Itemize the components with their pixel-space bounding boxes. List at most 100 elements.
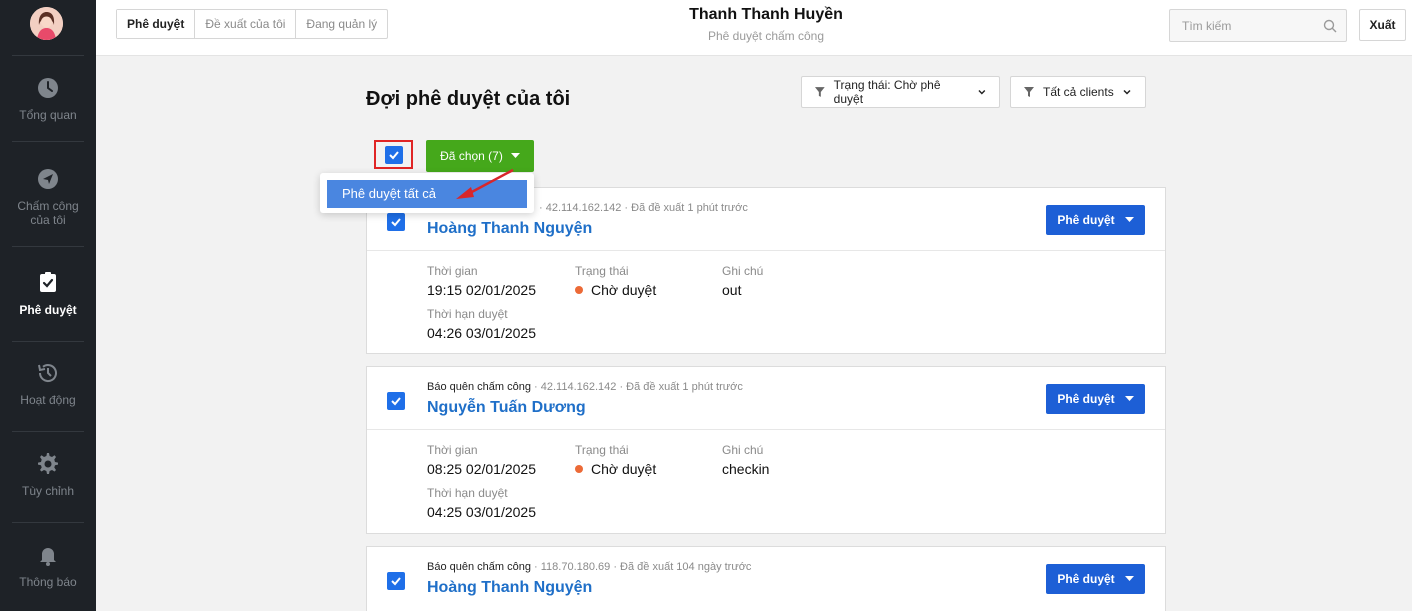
sidebar-item-label: Chấm công của tôi: [17, 199, 79, 227]
sidebar-item-hoat-dong[interactable]: Hoạt động: [0, 361, 96, 407]
select-all-checkbox[interactable]: [385, 146, 403, 164]
clock-icon: [38, 78, 58, 98]
sidebar-item-label: Phê duyệt: [19, 303, 77, 317]
sidebar-item-phe-duyet[interactable]: Phê duyệt: [0, 271, 96, 317]
time-value: 08:25 02/01/2025: [427, 461, 536, 477]
clients-filter-label: Tất cả clients: [1043, 85, 1114, 99]
employee-name-link[interactable]: Hoàng Thanh Nguyện: [427, 220, 592, 238]
note-field: Ghi chú checkin: [722, 443, 769, 477]
history-icon: [38, 364, 57, 382]
note-label: Ghi chú: [722, 264, 764, 278]
approval-card: Báo quên chấm công · 42.114.162.142 · Đã…: [366, 366, 1166, 534]
status-dot: [575, 286, 583, 294]
chevron-down-icon: [978, 90, 986, 95]
request-type: Báo quên chấm công: [427, 381, 531, 393]
approve-label: Phê duyệt: [1057, 392, 1115, 406]
card-checkbox[interactable]: [387, 572, 405, 590]
check-clipboard-icon: [40, 272, 56, 292]
selected-count-label: Đã chọn (7): [440, 149, 503, 163]
sidebar-divider: [12, 522, 84, 523]
time-label: Thời gian: [427, 264, 478, 278]
clients-filter-button[interactable]: Tất cả clients: [1010, 76, 1146, 108]
card-header: Báo quên chấm công · 118.70.180.69 · Đã …: [367, 547, 1165, 610]
time-label: Thời gian: [427, 443, 478, 457]
caret-down-icon: [1124, 217, 1134, 222]
search-input[interactable]: [1170, 10, 1310, 41]
card-header: Báo quên chấm công · 42.114.162.142 · Đã…: [367, 367, 1165, 430]
employee-name-link[interactable]: Hoàng Thanh Nguyện: [427, 579, 592, 597]
deadline-field: Thời hạn duyệt 04:26 03/01/2025: [427, 307, 536, 341]
time-value: 19:15 02/01/2025: [427, 282, 536, 298]
select-all-highlight: [374, 140, 413, 169]
status-value: Chờ duyệt: [575, 282, 656, 298]
status-filter-button[interactable]: Trạng thái: Chờ phê duyệt: [801, 76, 1000, 108]
sidebar-item-label: Tùy chỉnh: [21, 484, 75, 498]
status-filter-label: Trạng thái: Chờ phê duyệt: [833, 78, 941, 106]
sidebar-divider: [12, 141, 84, 142]
status-field: Trạng thái Chờ duyệt: [575, 443, 656, 477]
approve-button[interactable]: Phê duyệt: [1046, 564, 1145, 594]
search-icon[interactable]: [1323, 19, 1337, 33]
check-icon: [391, 397, 401, 406]
tab-dang-quan-ly[interactable]: Đang quản lý: [296, 10, 387, 38]
check-icon: [391, 577, 401, 586]
card-checkbox[interactable]: [387, 213, 405, 231]
approve-label: Phê duyệt: [1057, 213, 1115, 227]
note-value: out: [722, 282, 742, 298]
card-body: Thời gian 19:15 02/01/2025 Trạng thái Ch…: [367, 251, 1165, 352]
deadline-field: Thời hạn duyệt 04:25 03/01/2025: [427, 486, 536, 520]
sidebar: Tổng quan Chấm công của tôi Phê duyệt Ho…: [0, 0, 96, 611]
search-box: [1169, 9, 1347, 42]
approve-button[interactable]: Phê duyệt: [1046, 384, 1145, 414]
sidebar-divider: [12, 431, 84, 432]
sidebar-item-label: Thông báo: [19, 575, 77, 589]
check-icon: [389, 151, 399, 160]
sidebar-item-cham-cong[interactable]: Chấm công của tôi: [0, 167, 96, 227]
tab-phe-duyet[interactable]: Phê duyệt: [117, 10, 196, 38]
approve-button[interactable]: Phê duyệt: [1046, 205, 1145, 235]
caret-down-icon: [510, 153, 520, 158]
deadline-label: Thời hạn duyệt: [427, 486, 508, 500]
export-button[interactable]: Xuất: [1359, 9, 1406, 41]
sidebar-item-tuy-chinh[interactable]: Tùy chỉnh: [0, 452, 96, 498]
tab-group: Phê duyệt Đề xuất của tôi Đang quản lý: [116, 9, 389, 39]
card-meta: Báo quên chấm công · 42.114.162.142 · Đã…: [427, 381, 743, 393]
note-field: Ghi chú out: [722, 264, 763, 298]
sidebar-divider: [12, 55, 84, 56]
card-meta: · 42.114.162.142 · Đã đề xuất 1 phút trư…: [539, 202, 748, 214]
sidebar-item-tong-quan[interactable]: Tổng quan: [0, 76, 96, 122]
deadline-value: 04:25 03/01/2025: [427, 504, 536, 520]
caret-down-icon: [1124, 576, 1134, 581]
filter-icon: [814, 87, 825, 97]
selected-actions-button[interactable]: Đã chọn (7): [426, 140, 534, 172]
status-value: Chờ duyệt: [575, 461, 656, 477]
card-checkbox[interactable]: [387, 392, 405, 410]
employee-name-link[interactable]: Nguyễn Tuấn Dương: [427, 399, 586, 417]
chevron-down-icon: [1123, 89, 1131, 95]
top-bar: Phê duyệt Đề xuất của tôi Đang quản lý T…: [96, 0, 1412, 56]
sidebar-divider: [12, 341, 84, 342]
user-avatar[interactable]: [30, 7, 63, 40]
sidebar-item-thong-bao[interactable]: Thông báo: [0, 543, 96, 589]
deadline-value: 04:26 03/01/2025: [427, 325, 536, 341]
time-field: Thời gian 19:15 02/01/2025: [427, 264, 536, 298]
caret-down-icon: [1124, 396, 1134, 401]
filter-icon: [1024, 87, 1034, 97]
status-text: Chờ duyệt: [591, 461, 657, 477]
status-dot: [575, 465, 583, 473]
tab-de-xuat-cua-toi[interactable]: Đề xuất của tôi: [195, 10, 297, 38]
status-label: Trạng thái: [575, 443, 629, 457]
sidebar-item-label: Hoạt động: [20, 393, 76, 407]
page-subtitle: Phê duyệt chấm công: [707, 29, 825, 43]
deadline-label: Thời hạn duyệt: [427, 307, 508, 321]
selected-actions-menu: Phê duyệt tất cả: [320, 173, 534, 213]
card-meta-text: · 118.70.180.69 · Đã đề xuất 104 ngày tr…: [530, 561, 752, 573]
card-meta-text: · 42.114.162.142 · Đã đề xuất 1 phút trư…: [539, 202, 748, 214]
sidebar-item-label: Tổng quan: [19, 108, 77, 122]
request-type: Báo quên chấm công: [427, 561, 531, 573]
section-heading: Đợi phê duyệt của tôi: [366, 88, 571, 110]
card-meta: Báo quên chấm công · 118.70.180.69 · Đã …: [427, 561, 751, 573]
approve-all-menu-item[interactable]: Phê duyệt tất cả: [327, 180, 527, 208]
sidebar-divider: [12, 246, 84, 247]
time-field: Thời gian 08:25 02/01/2025: [427, 443, 536, 477]
